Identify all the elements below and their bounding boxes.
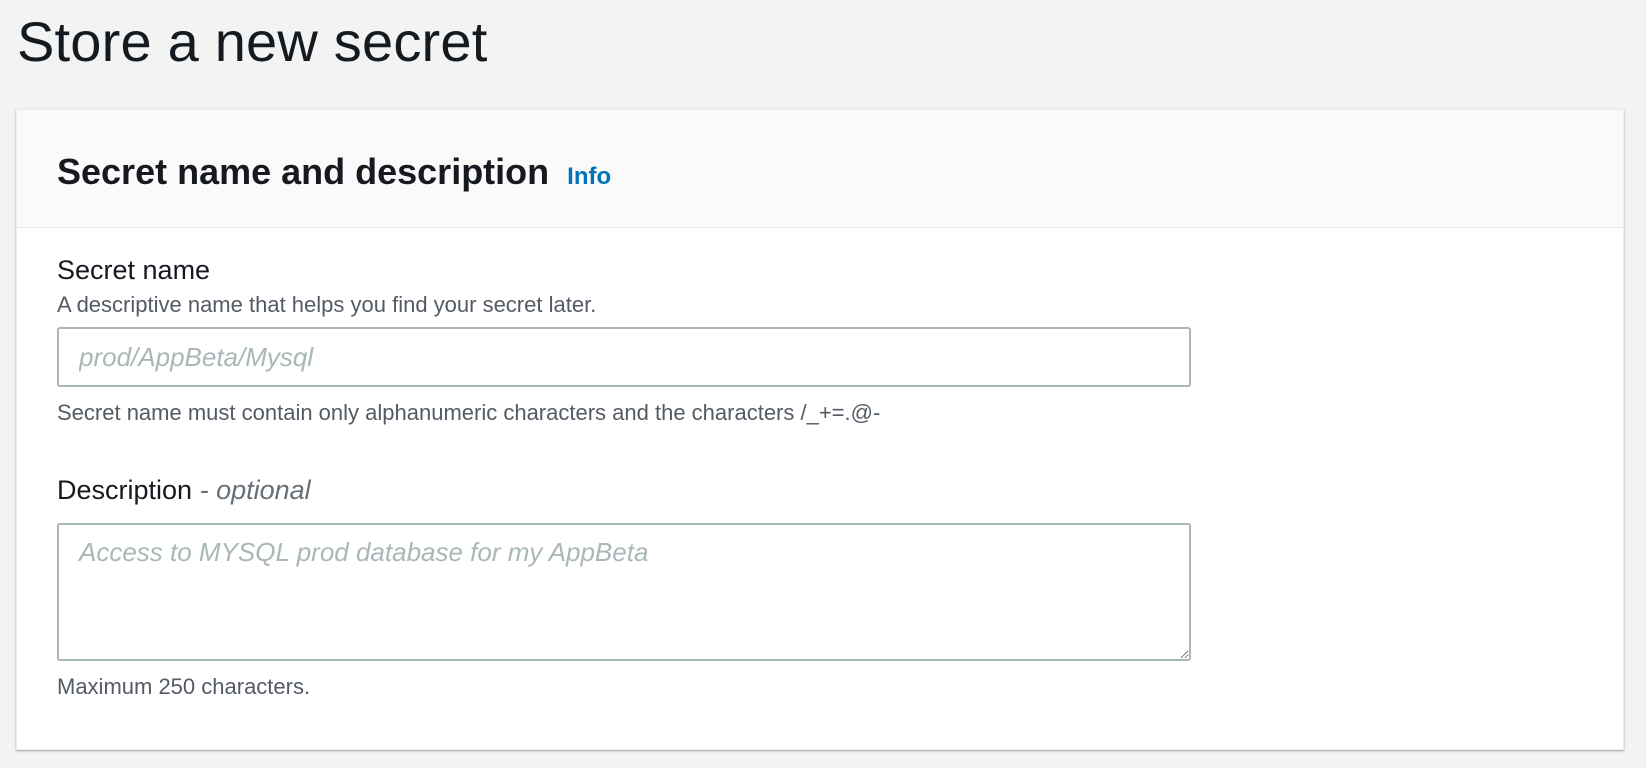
description-textarea[interactable]: [57, 523, 1191, 661]
panel-title: Secret name and description Info: [57, 150, 611, 199]
panel-title-text: Secret name and description: [57, 151, 550, 192]
secret-name-input[interactable]: [57, 327, 1191, 387]
panel-header: Secret name and description Info: [17, 110, 1623, 228]
secret-name-description-panel: Secret name and description Info Secret …: [16, 109, 1624, 750]
secret-name-label: Secret name: [57, 255, 211, 285]
optional-label: - optional: [199, 475, 311, 505]
description-constraint: Maximum 250 characters.: [57, 674, 311, 699]
secret-name-constraint: Secret name must contain only alphanumer…: [57, 400, 881, 425]
page-title: Store a new secret: [17, 10, 488, 73]
description-field: Description - optional Maximum 250 chara…: [57, 473, 1191, 701]
info-link[interactable]: Info: [567, 163, 611, 190]
secret-name-field: Secret name A descriptive name that help…: [57, 253, 1191, 427]
secret-name-description: A descriptive name that helps you find y…: [57, 292, 597, 317]
description-label: Description - optional: [57, 473, 1191, 507]
description-label-text: Description: [57, 475, 193, 505]
